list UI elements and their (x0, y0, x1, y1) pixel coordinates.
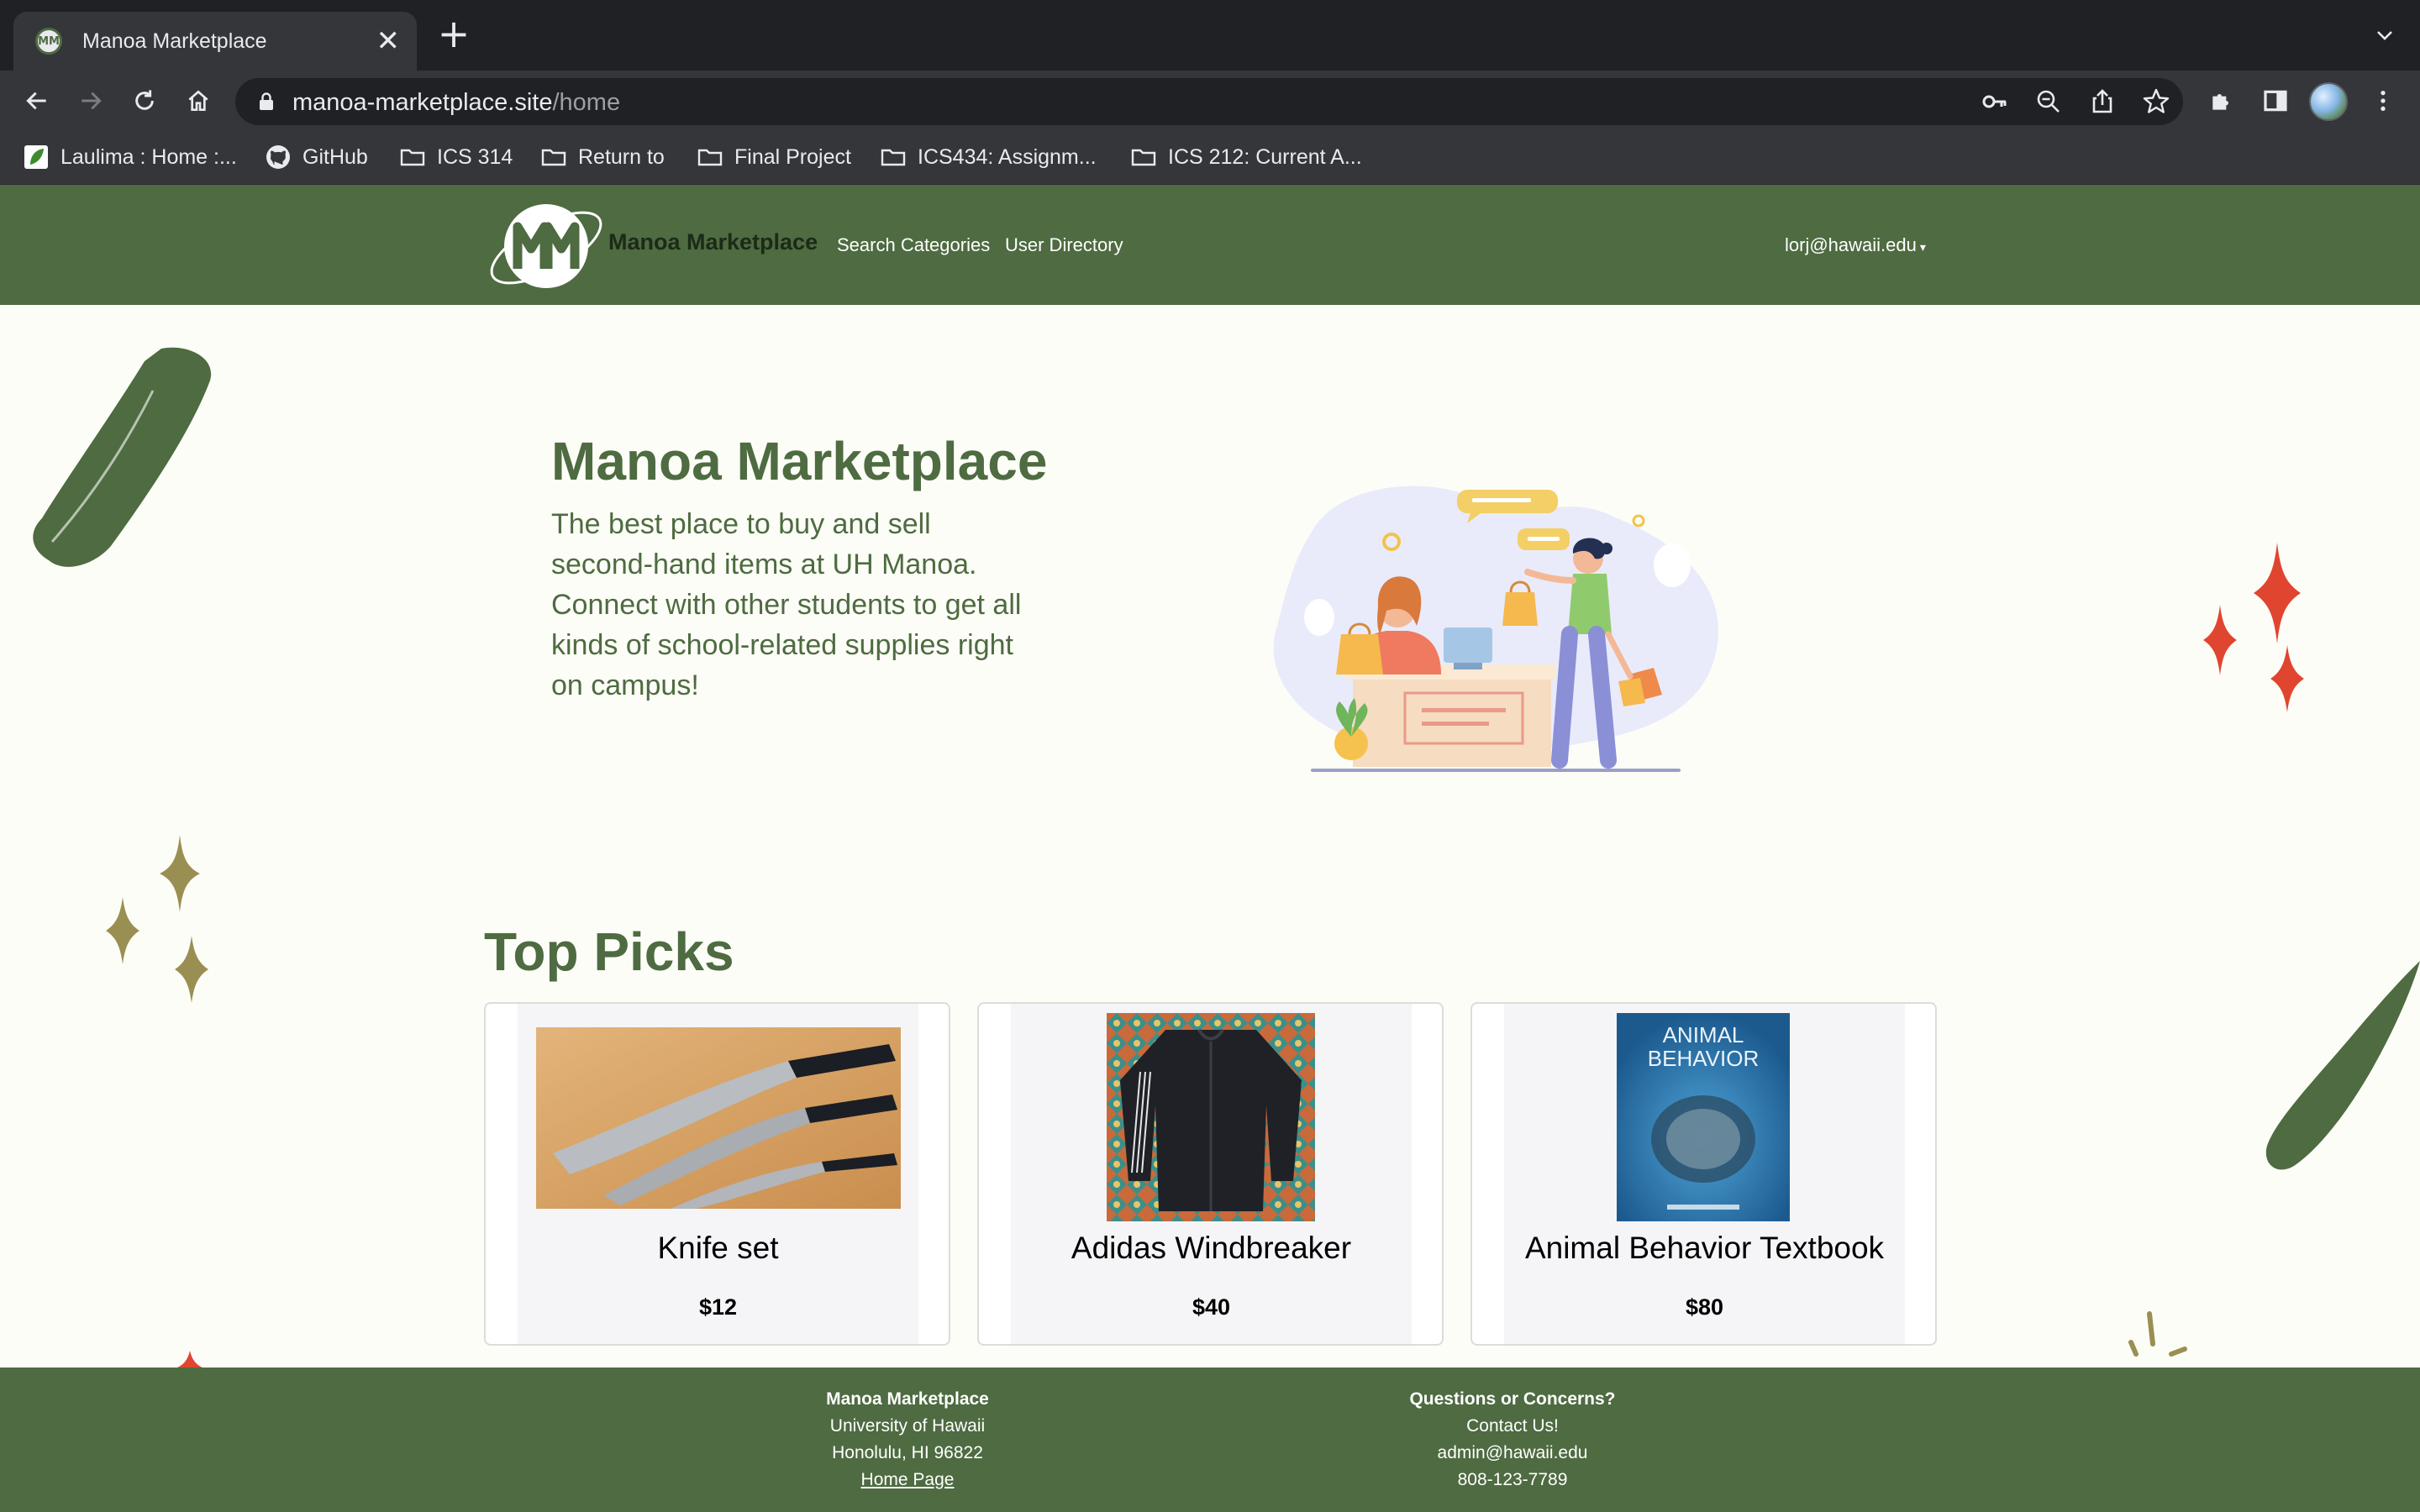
product-image-knife-set[interactable] (536, 1027, 901, 1209)
bookmark-folder-ics314[interactable]: ICS 314 (400, 139, 513, 175)
bookmark-label: GitHub (302, 144, 368, 169)
nav-search-categories[interactable]: Search Categories (837, 234, 990, 256)
nav-user-directory[interactable]: User Directory (1005, 234, 1123, 256)
footer-about: Manoa Marketplace University of Hawaii H… (739, 1386, 1076, 1494)
profile-avatar[interactable] (2309, 82, 2348, 121)
bookmark-label: ICS434: Assignm... (918, 144, 1097, 169)
product-name: Adidas Windbreaker (1071, 1231, 1352, 1265)
green-brush-stroke-right-icon (2265, 961, 2420, 1170)
reload-icon[interactable] (124, 81, 165, 121)
tab-close-button[interactable]: ✕ (376, 27, 401, 55)
url-text[interactable]: manoa-marketplace.site/home (292, 89, 620, 117)
bookmarks-bar: Laulima : Home :... GitHub ICS 314 Retur… (0, 131, 2420, 185)
hero-title: Manoa Marketplace (551, 431, 1048, 491)
product-price: $40 (1192, 1294, 1231, 1320)
url-path: /home (552, 89, 621, 116)
product-card-animal-behavior-textbook[interactable]: ANIMAL BEHAVIOR Animal Behavior Textbook… (1470, 1002, 1937, 1346)
product-image-windbreaker[interactable] (1107, 1013, 1315, 1221)
bookmark-github[interactable]: GitHub (266, 139, 368, 175)
green-brush-stroke-icon (33, 347, 212, 567)
new-tab-button[interactable]: + (435, 14, 472, 53)
bookmark-label: Laulima : Home :... (60, 144, 237, 169)
manoa-marketplace-logo[interactable] (484, 202, 608, 294)
user-email: lorj@hawaii.edu (1785, 234, 1917, 255)
bookmark-folder-ics212[interactable]: ICS 212: Current A... (1131, 139, 1362, 175)
bookmark-folder-return-to[interactable]: Return to (541, 139, 665, 175)
top-picks-title: Top Picks (484, 921, 734, 982)
home-icon[interactable] (178, 81, 218, 121)
back-icon[interactable] (17, 81, 57, 121)
olive-sparkles-icon (106, 835, 208, 1003)
bookmark-star-icon[interactable] (2141, 87, 2171, 117)
card-body: Knife set $12 (518, 1004, 918, 1344)
menu-kebab-icon[interactable] (2363, 81, 2403, 121)
bookmark-label: Return to (578, 144, 665, 169)
lock-icon[interactable] (257, 92, 276, 112)
navbar-brand[interactable]: Manoa Marketplace (608, 229, 818, 255)
bookmark-folder-ics434[interactable]: ICS434: Assignm... (881, 139, 1097, 175)
product-card-knife-set[interactable]: Knife set $12 (484, 1002, 950, 1346)
card-body: ANIMAL BEHAVIOR Animal Behavior Textbook… (1504, 1004, 1905, 1344)
share-icon[interactable] (2087, 87, 2118, 117)
footer-contact-us: Contact Us! (1466, 1416, 1559, 1436)
browser-tab[interactable]: MM Manoa Marketplace ✕ (13, 12, 417, 71)
card-body: Adidas Windbreaker $40 (1011, 1004, 1412, 1344)
shopping-illustration-icon (1273, 486, 1718, 772)
bookmark-folder-final-project[interactable]: Final Project (697, 139, 851, 175)
footer-email[interactable]: admin@hawaii.edu (1344, 1440, 1681, 1467)
browser-toolbar: manoa-marketplace.site/home (0, 71, 2420, 131)
user-dropdown[interactable]: lorj@hawaii.edu ▾ (1785, 234, 1926, 256)
site-navbar: Manoa Marketplace Search Categories User… (0, 185, 2420, 305)
address-bar[interactable]: manoa-marketplace.site/home (235, 78, 2183, 125)
bookmark-label: ICS 212: Current A... (1168, 144, 1362, 169)
bookmark-label: Final Project (734, 144, 851, 169)
product-name: Knife set (657, 1231, 779, 1265)
password-key-icon[interactable] (1980, 87, 2010, 117)
bookmark-label: ICS 314 (437, 144, 513, 169)
caret-down-icon: ▾ (1919, 240, 1926, 254)
bookmark-laulima[interactable]: Laulima : Home :... (24, 139, 237, 175)
site-favicon-icon: MM (35, 28, 62, 55)
side-panel-icon[interactable] (2255, 81, 2296, 121)
footer-home-link[interactable]: Home Page (739, 1467, 1076, 1494)
browser-tabstrip: MM Manoa Marketplace ✕ + (0, 0, 2420, 71)
product-price: $12 (698, 1294, 738, 1320)
folder-icon (881, 144, 906, 170)
red-sparkles-icon (2203, 543, 2304, 712)
laulima-icon (24, 144, 49, 170)
red-sparkle-partial-icon (173, 1351, 207, 1369)
tab-title: Manoa Marketplace (82, 29, 267, 53)
folder-icon (697, 144, 723, 170)
footer-phone: 808-123-7789 (1457, 1470, 1568, 1489)
footer-university: University of Hawaii (829, 1416, 986, 1436)
footer-address: Honolulu, HI 96822 (832, 1443, 983, 1462)
extensions-puzzle-icon[interactable] (2202, 81, 2242, 121)
footer-heading: Questions or Concerns? (1409, 1389, 1616, 1409)
tab-search-chevron-icon[interactable] (2375, 25, 2395, 45)
github-icon (266, 144, 291, 170)
zoom-out-icon[interactable] (2033, 87, 2064, 117)
folder-icon (1131, 144, 1156, 170)
product-image-textbook[interactable]: ANIMAL BEHAVIOR (1617, 1013, 1790, 1221)
url-host: manoa-marketplace.site (292, 89, 553, 116)
textbook-cover-title: ANIMAL BEHAVIOR (1647, 1022, 1760, 1071)
product-price: $80 (1685, 1294, 1724, 1320)
olive-sparkle-partial-icon (2128, 1311, 2187, 1357)
forward-icon[interactable] (71, 81, 111, 121)
product-card-adidas-windbreaker[interactable]: Adidas Windbreaker $40 (977, 1002, 1444, 1346)
folder-icon (400, 144, 425, 170)
hero-description: The best place to buy and sell second-ha… (551, 508, 1022, 701)
site-footer: Manoa Marketplace University of Hawaii H… (0, 1368, 2420, 1512)
folder-icon (541, 144, 566, 170)
footer-heading: Manoa Marketplace (826, 1389, 989, 1409)
footer-contact: Questions or Concerns? Contact Us! admin… (1344, 1386, 1681, 1494)
product-name: Animal Behavior Textbook (1524, 1231, 1885, 1265)
